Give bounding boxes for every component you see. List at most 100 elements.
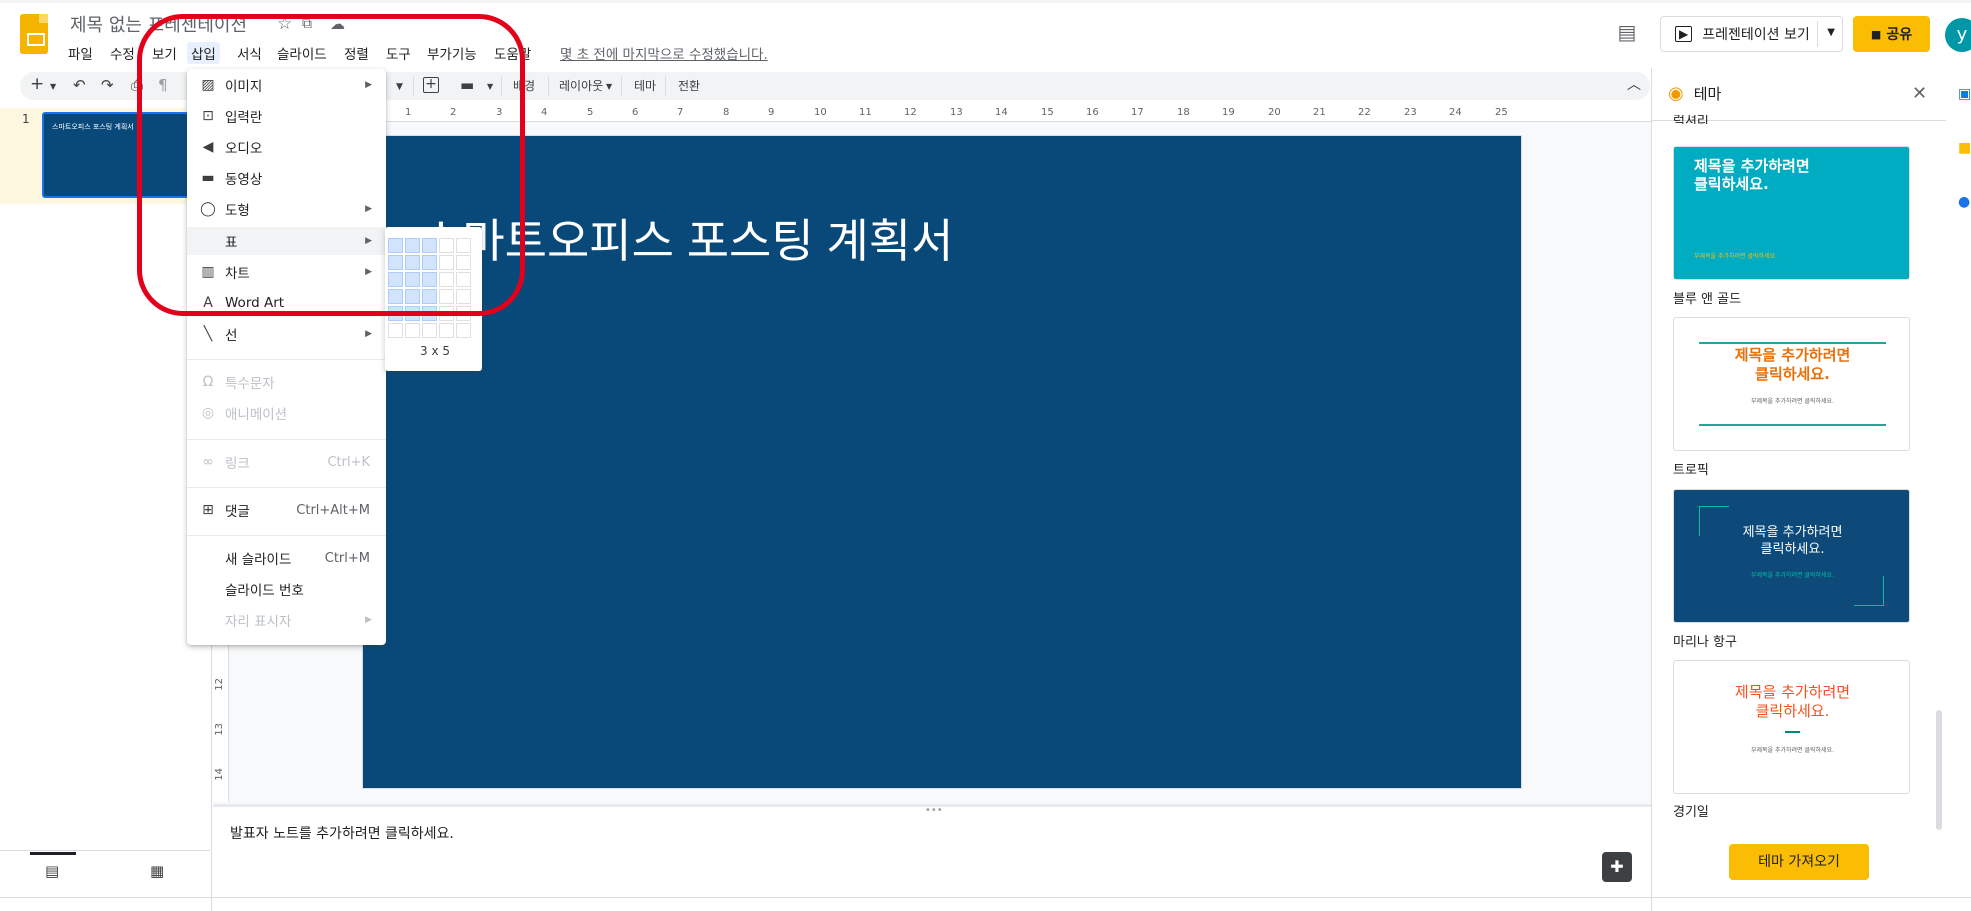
new-slide-dropdown-icon[interactable]: ▼: [50, 82, 56, 91]
notes-drag-handle[interactable]: •••: [925, 805, 943, 816]
transition-button[interactable]: 전환: [678, 77, 700, 94]
submenu-arrow-icon: ▶: [365, 329, 372, 339]
animation-icon: ◎: [201, 405, 215, 421]
bottom-edge: [0, 897, 1971, 898]
view-bar: [0, 850, 210, 851]
theme-card-title: 제목을 추가하려면 클릭하세요.: [1742, 525, 1843, 557]
menu-2[interactable]: 수정: [106, 42, 139, 64]
menu-item-14[interactable]: 새 슬라이드 Ctrl+M: [187, 544, 386, 572]
last-edit-link[interactable]: 몇 초 전에 마지막으로 수정했습니다.: [560, 43, 768, 63]
theme-card-subtitle: 부제목을 추가하려면 클릭하세요.: [1750, 398, 1834, 405]
grid-view-icon[interactable]: ▦: [150, 862, 164, 880]
layout-dropdown-icon[interactable]: ▼: [606, 82, 612, 91]
ruler-tick-label: 14: [214, 768, 225, 781]
undo-icon[interactable]: ↶: [73, 76, 86, 94]
calendar-icon[interactable]: ▣: [1958, 86, 1971, 102]
avatar[interactable]: y: [1945, 18, 1971, 52]
menu-item-15[interactable]: 슬라이드 번호: [187, 575, 386, 603]
present-divider: [1817, 21, 1818, 47]
present-button[interactable]: ▶ 프레젠테이션 보기 ▼: [1660, 16, 1843, 52]
present-label: 프레젠테이션 보기: [1702, 27, 1810, 43]
comment-history-icon[interactable]: ▤: [1615, 20, 1639, 44]
menu-item-label: 자리 표시자: [225, 614, 292, 630]
palette-icon: ◉: [1668, 83, 1684, 104]
play-icon: ▶: [1675, 26, 1693, 42]
filmstrip-view-icon[interactable]: ▤: [45, 862, 59, 880]
keep-icon[interactable]: ■: [1958, 140, 1971, 156]
ruler-tick-label: 9: [768, 107, 775, 118]
share-button[interactable]: ■ 공유: [1853, 16, 1930, 52]
table-grid-cell[interactable]: [422, 323, 437, 338]
menu-separator: [187, 359, 386, 360]
toolbar-separator: [548, 76, 549, 96]
ruler-tick-label: 6: [632, 107, 639, 118]
table-grid-cell[interactable]: [405, 323, 420, 338]
theme-card-title: 제목을 추가하려면 클릭하세요.: [1734, 683, 1851, 720]
ruler-tick-label: 10: [814, 107, 827, 118]
link-icon: ∞: [202, 454, 214, 470]
theme-card[interactable]: 제목을 추가하려면 클릭하세요. 부제목을 추가하려면 클릭하세요.: [1673, 489, 1910, 623]
ruler-tick-label: 13: [950, 107, 963, 118]
redo-icon[interactable]: ↷: [101, 76, 114, 94]
ruler-tick-label: 20: [1268, 107, 1281, 118]
menu-item-9[interactable]: ╲ 선 ▶: [187, 320, 386, 348]
ruler-tick-label: 13: [214, 723, 225, 736]
table-grid-cell[interactable]: [439, 323, 454, 338]
menu-shortcut: Ctrl+M: [324, 550, 370, 566]
ruler-tick-label: 8: [723, 107, 730, 118]
lock-icon: ■: [1870, 27, 1882, 41]
ruler-tick-label: 15: [1041, 107, 1054, 118]
menu-separator: [187, 487, 386, 488]
ruler-tick-label: 7: [677, 107, 684, 118]
theme-name: 트로픽: [1673, 463, 1709, 478]
theme-button[interactable]: 테마: [634, 77, 656, 94]
table-grid-cell[interactable]: [456, 323, 471, 338]
menu-1[interactable]: 파일: [64, 42, 97, 64]
menu-separator: [187, 535, 386, 536]
present-dropdown-icon[interactable]: ▼: [1827, 27, 1835, 38]
collapse-toolbar-icon[interactable]: ︿: [1627, 74, 1641, 94]
theme-name: 마리나 항구: [1673, 635, 1737, 650]
menu-item-16: 자리 표시자 ▶: [187, 606, 386, 634]
toolbar-separator: [665, 76, 666, 96]
menu-item-13[interactable]: ⊞ 댓글 Ctrl+Alt+M: [187, 496, 386, 524]
menu-item-10: Ω 특수문자: [187, 368, 386, 396]
ruler-tick-label: 18: [1177, 107, 1190, 118]
new-slide-icon[interactable]: +: [30, 74, 44, 94]
theme-card-corner: [1854, 576, 1884, 606]
table-grid-cell[interactable]: [388, 323, 403, 338]
theme-card-subtitle: 부제목을 추가하려면 클릭하세요.: [1750, 747, 1834, 754]
ruler-tick-label: 14: [995, 107, 1008, 118]
ruler-tick-label: 24: [1449, 107, 1462, 118]
theme-card-title: 제목을 추가하려면 클릭하세요.: [1734, 346, 1851, 383]
theme-card[interactable]: 제목을 추가하려면 클릭하세요. 부제목을 추가하려면 클릭하세요.: [1673, 317, 1910, 451]
tasks-icon[interactable]: ●: [1958, 194, 1970, 210]
theme-card-subtitle: 부제목을 추가하려면 클릭하세요.: [1750, 572, 1834, 579]
ruler-tick-label: 19: [1222, 107, 1235, 118]
theme-panel-header: ◉ 테마: [1668, 83, 1721, 104]
thumbnail-title: 스마트오피스 포스팅 계획서: [52, 123, 134, 131]
table-size-label: 3 x 5: [420, 344, 450, 358]
ruler-tick-label: 21: [1313, 107, 1326, 118]
menu-shortcut: Ctrl+Alt+M: [296, 502, 370, 518]
menu-item-label: 애니메이션: [225, 407, 288, 423]
slide-number: 1: [22, 112, 30, 126]
layout-button[interactable]: 레이아웃: [559, 77, 603, 94]
theme-card-title: 제목을 추가하려면 클릭하세요.: [1694, 157, 1810, 193]
speaker-notes[interactable]: 발표자 노트를 추가하려면 클릭하세요.: [230, 823, 454, 843]
explore-icon[interactable]: ✚: [1602, 852, 1632, 882]
menu-item-label: 슬라이드 번호: [225, 583, 304, 599]
share-label: 공유: [1886, 27, 1913, 43]
omega-icon: Ω: [202, 374, 214, 390]
close-icon[interactable]: ✕: [1912, 83, 1927, 104]
comment-add-icon: ⊞: [202, 502, 214, 518]
import-theme-button[interactable]: 테마 가져오기: [1729, 844, 1869, 880]
slides-logo[interactable]: [20, 14, 48, 54]
panel-scrollbar[interactable]: [1936, 710, 1942, 830]
theme-card[interactable]: 제목을 추가하려면 클릭하세요. 부제목을 추가하려면 클릭하세요.: [1673, 146, 1910, 280]
menu-item-label: 댓글: [225, 504, 250, 520]
ruler-tick-label: 5: [587, 107, 594, 118]
menu-item-11: ◎ 애니메이션: [187, 399, 386, 427]
ruler-tick-label: 12: [904, 107, 917, 118]
theme-card[interactable]: 제목을 추가하려면 클릭하세요. 부제목을 추가하려면 클릭하세요.: [1673, 660, 1910, 794]
